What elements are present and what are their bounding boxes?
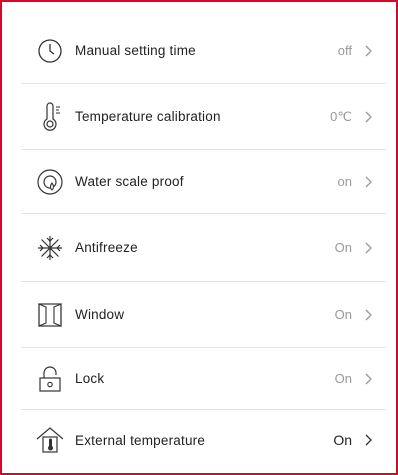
setting-value: 0℃	[330, 108, 352, 124]
setting-row-antifreeze[interactable]: Antifreeze On	[21, 214, 386, 282]
chevron-right-icon	[362, 175, 376, 189]
chevron-right-icon	[362, 433, 376, 447]
setting-value: On	[334, 307, 352, 322]
lock-icon	[35, 364, 65, 394]
snowflake-icon	[35, 233, 65, 263]
setting-label: Antifreeze	[75, 240, 138, 255]
setting-value: off	[337, 43, 352, 58]
setting-label: Window	[75, 307, 125, 322]
chevron-right-icon	[362, 110, 376, 124]
setting-label: Water scale proof	[75, 174, 184, 189]
setting-value: On	[334, 371, 352, 386]
setting-row-lock[interactable]: Lock On	[21, 348, 386, 410]
setting-value: On	[334, 240, 352, 255]
settings-panel: Manual setting time off Temperature cali…	[0, 0, 398, 475]
chevron-right-icon	[362, 44, 376, 58]
setting-row-window[interactable]: Window On	[21, 282, 386, 348]
window-icon	[35, 300, 65, 330]
setting-value: on	[337, 174, 352, 189]
setting-row-external-temperature[interactable]: External temperature On	[21, 410, 386, 470]
external-temperature-icon	[35, 425, 65, 455]
setting-row-temperature-calibration[interactable]: Temperature calibration 0℃	[21, 84, 386, 150]
setting-label: Lock	[75, 371, 105, 386]
setting-row-water-scale-proof[interactable]: Water scale proof on	[21, 150, 386, 214]
water-scale-icon	[35, 167, 65, 197]
chevron-right-icon	[362, 372, 376, 386]
chevron-right-icon	[362, 308, 376, 322]
setting-label: Manual setting time	[75, 43, 196, 58]
chevron-right-icon	[362, 241, 376, 255]
setting-label: Temperature calibration	[75, 109, 221, 124]
setting-value: On	[333, 432, 352, 448]
thermometer-icon	[35, 101, 65, 132]
setting-row-manual-setting-time[interactable]: Manual setting time off	[21, 18, 386, 84]
setting-label: External temperature	[75, 432, 206, 448]
clock-icon	[35, 36, 65, 66]
